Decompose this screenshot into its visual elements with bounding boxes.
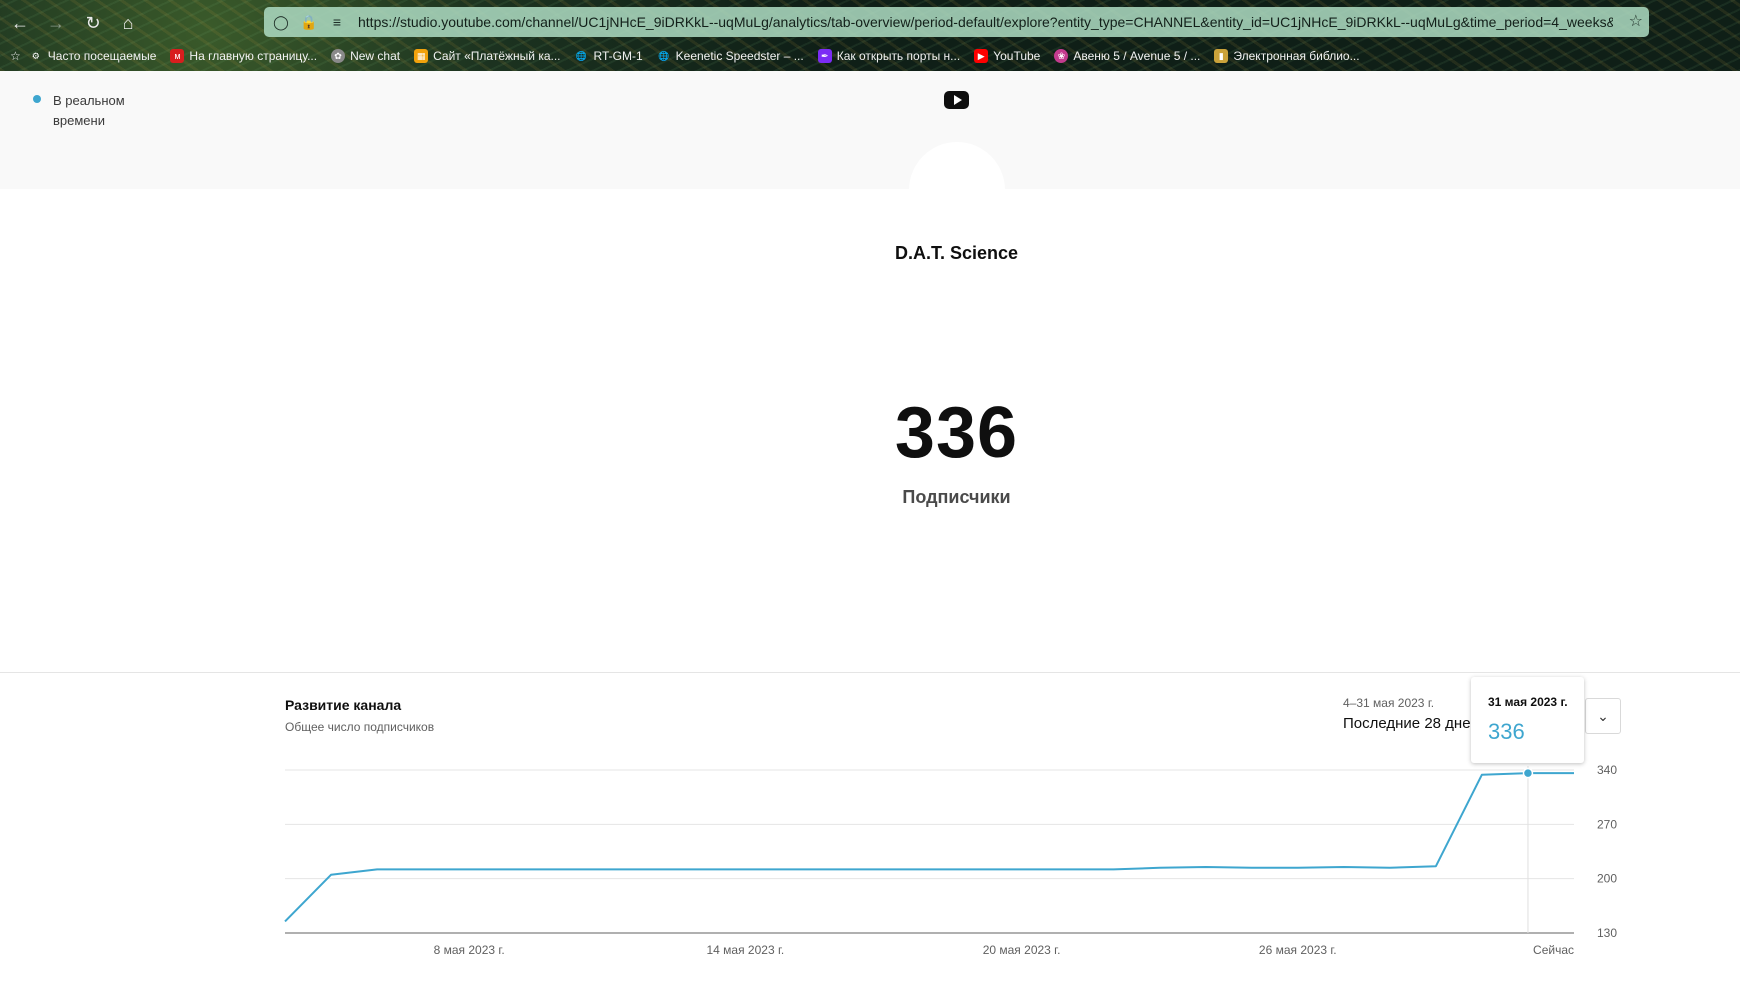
x-tick-label: 8 мая 2023 г. [434,943,505,957]
y-tick-label: 270 [1597,817,1617,831]
bookmark-item[interactable]: ✒ Как открыть порты н... [817,49,960,63]
bookmark-item[interactable]: ❀ Авеню 5 / Avenue 5 / ... [1054,49,1200,63]
back-arrow-icon[interactable]: ← [7,10,33,36]
lock-icon[interactable]: 🔒 [298,11,320,33]
reload-icon[interactable]: ↻ [80,10,106,36]
globe-icon: 🌐 [658,50,670,61]
x-tick-label: 14 мая 2023 г. [706,943,784,957]
book-icon: ▮ [1214,49,1229,63]
shield-icon[interactable]: ◯ [270,11,292,33]
bookmark-star-icon[interactable]: ☆ [1629,11,1643,31]
chart-tooltip: 31 мая 2023 г. 336 [1471,677,1584,763]
y-tick-label: 200 [1597,872,1617,886]
gear-icon: ⚙ [31,50,40,61]
bookmark-item[interactable]: ▮ Электронная библио... [1214,49,1360,63]
y-tick-label: 340 [1597,763,1617,777]
bookmark-item[interactable]: ▦ Сайт «Платёжный ка... [414,49,561,63]
x-tick-label: Сейчас [1533,943,1574,957]
subscribers-line-chart[interactable]: 340 270 200 130 8 мая 2023 г. 14 мая 2023 г. 2… [0,0,1740,997]
feather-icon: ✒ [817,49,832,63]
data-point-highlight [1522,767,1534,779]
x-tick-label: 26 мая 2023 г. [1259,943,1337,957]
series-line [284,772,1574,923]
flower-icon: ❀ [1054,49,1069,63]
forward-arrow-icon[interactable]: → [43,10,69,36]
globe-icon: 🌐 [575,50,588,61]
address-bar[interactable]: ◯ 🔒 ≡ https://studio.youtube.com/channel… [264,7,1649,37]
bookmark-item[interactable]: ▶ YouTube [974,49,1040,63]
chatgpt-icon: ✿ [331,49,346,63]
home-icon[interactable]: ⌂ [115,10,141,36]
y-tick-label: 130 [1597,926,1617,940]
x-tick-label: 20 мая 2023 г. [983,943,1061,957]
grid-icon: ▦ [414,49,429,63]
bookmarks-menu-icon[interactable]: ☆ [10,49,21,63]
url-text[interactable]: https://studio.youtube.com/channel/UC1jN… [358,14,1613,30]
youtube-icon: ▶ [974,49,989,63]
bookmark-item[interactable]: м На главную страницу... [170,49,317,63]
tooltip-value: 336 [1488,719,1525,744]
bookmarks-bar: ☆ ⚙ Часто посещаемые м На главную страницу… [0,44,1740,68]
mfc-icon: м [170,49,185,63]
tooltip-date: 31 мая 2023 г. [1488,695,1568,709]
permissions-icon[interactable]: ≡ [326,11,348,33]
bookmark-item[interactable]: ⚙ Часто посещаемые [29,49,157,63]
bookmark-item[interactable]: ✿ New chat [331,49,400,63]
bookmark-item[interactable]: 🌐 RT-GM-1 [575,49,643,63]
bookmark-item[interactable]: 🌐 Keenetic Speedster – ... [657,49,804,63]
